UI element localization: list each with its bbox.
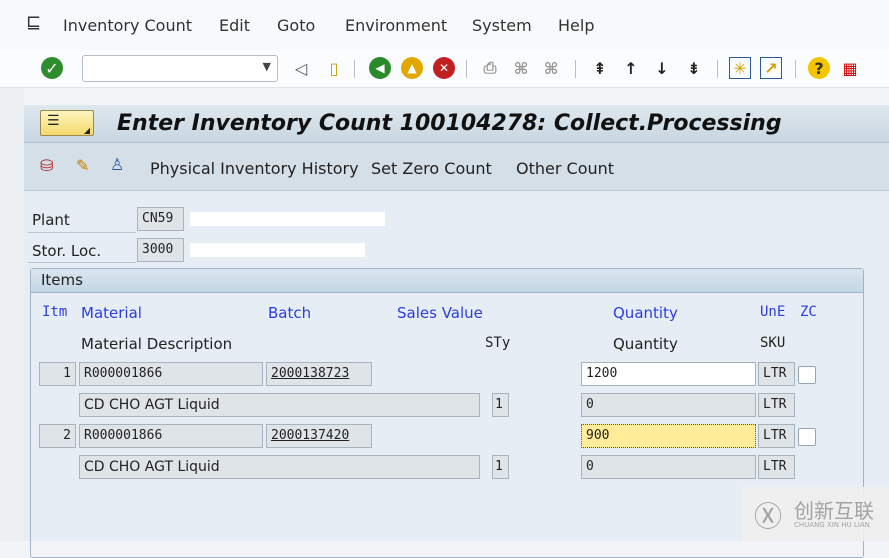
item-number: 1 — [39, 362, 76, 386]
batch-link[interactable]: 2000138723 — [266, 362, 372, 386]
sku-unit-field: LTR — [758, 393, 795, 417]
menu-list-icon: ☰ — [47, 113, 60, 129]
material-field: R000001866 — [79, 424, 263, 448]
col-sty: STy — [485, 335, 511, 351]
menu-help[interactable]: Help — [558, 16, 594, 35]
material-field: R000001866 — [79, 362, 263, 386]
material-description-field: CD CHO AGT Liquid — [79, 393, 480, 417]
plant-label: Plant — [32, 211, 70, 229]
physical-inventory-history-button[interactable]: Physical Inventory History — [150, 159, 359, 178]
col-material[interactable]: Material — [81, 304, 142, 322]
quantity-input[interactable]: 1200 — [581, 362, 756, 386]
exit-icon[interactable]: ▲ — [401, 57, 423, 79]
stock-type-field: 1 — [492, 393, 509, 417]
col-itm[interactable]: Itm — [42, 304, 67, 320]
new-session-icon[interactable]: ✳ — [729, 57, 751, 79]
page-title: Enter Inventory Count 100104278: Collect… — [117, 111, 782, 136]
left-margin — [0, 88, 24, 541]
quantity-input[interactable]: 900 — [581, 424, 756, 448]
col-sales-value[interactable]: Sales Value — [397, 304, 483, 322]
unit-entry-field: LTR — [758, 362, 795, 386]
standard-toolbar: ✓ ▼ ◁ ▯ ◀ ▲ ✕ ⎙ ⌘ ⌘ ⇞ ↑ ↓ ⇟ ✳ ↗ ? ▦ — [0, 50, 889, 88]
plant-description-redacted — [190, 212, 385, 226]
col-quantity[interactable]: Quantity — [613, 304, 678, 322]
command-field[interactable]: ▼ — [82, 55, 278, 82]
enter-check-icon[interactable]: ✓ — [41, 57, 63, 79]
customize-layout-icon[interactable]: ▦ — [839, 57, 861, 79]
col-material-description: Material Description — [81, 335, 233, 353]
zero-count-checkbox[interactable] — [798, 428, 816, 446]
menu-edit[interactable]: Edit — [219, 16, 250, 35]
unit-entry-field: LTR — [758, 424, 795, 448]
next-page-icon[interactable]: ↓ — [651, 57, 673, 79]
back-icon[interactable]: ◀ — [369, 57, 391, 79]
pencil-icon[interactable]: ✎ — [76, 156, 89, 175]
stamp-icon[interactable]: ⛁ — [40, 156, 53, 175]
print-icon[interactable]: ⎙ — [479, 57, 501, 79]
previous-page-icon[interactable]: ↑ — [620, 57, 642, 79]
find-icon[interactable]: ⌘ — [510, 57, 532, 79]
material-description-field: CD CHO AGT Liquid — [79, 455, 480, 479]
back-arrow-icon[interactable]: ◁ — [290, 57, 312, 79]
storage-location-description-redacted — [190, 243, 365, 257]
stock-type-field: 1 — [492, 455, 509, 479]
item-number: 2 — [39, 424, 76, 448]
watermark-icon: Ⓧ — [754, 500, 783, 533]
col-sku: SKU — [760, 335, 786, 351]
person-icon[interactable]: ♙ — [110, 155, 124, 174]
other-count-button[interactable]: Other Count — [516, 159, 614, 178]
watermark-subtext: CHUANG XIN HU LIAN — [794, 521, 870, 529]
menu-bar: ⊑ Inventory Count Edit Goto Environment … — [0, 0, 889, 50]
shortcut-icon[interactable]: ↗ — [760, 57, 782, 79]
storage-location-label: Stor. Loc. — [32, 242, 102, 260]
items-group-title: Items — [31, 269, 863, 293]
col-quantity-sku: Quantity — [613, 335, 678, 353]
set-zero-count-button[interactable]: Set Zero Count — [371, 159, 492, 178]
last-page-icon[interactable]: ⇟ — [683, 57, 705, 79]
title-bar: ☰ ◢ Enter Inventory Count 100104278: Coll… — [24, 105, 889, 143]
cancel-icon[interactable]: ✕ — [433, 57, 455, 79]
sku-quantity-field: 0 — [581, 455, 756, 479]
zero-count-checkbox[interactable] — [798, 366, 816, 384]
first-page-icon[interactable]: ⇞ — [589, 57, 611, 79]
find-next-icon[interactable]: ⌘ — [540, 57, 562, 79]
save-icon[interactable]: ▯ — [323, 57, 345, 79]
col-zc[interactable]: ZC — [800, 304, 817, 320]
batch-link[interactable]: 2000137420 — [266, 424, 372, 448]
watermark-text: 创新互联 — [794, 499, 874, 523]
menu-icon[interactable]: ⊑ — [26, 12, 41, 33]
menu-goto[interactable]: Goto — [277, 16, 315, 35]
col-une[interactable]: UnE — [760, 304, 785, 320]
menu-inventory-count[interactable]: Inventory Count — [63, 16, 192, 35]
storage-location-field: 3000 — [137, 238, 184, 262]
watermark-logo: Ⓧ 创新互联 CHUANG XIN HU LIAN — [742, 487, 889, 541]
plant-field: CN59 — [137, 207, 184, 231]
sku-unit-field: LTR — [758, 455, 795, 479]
sku-quantity-field: 0 — [581, 393, 756, 417]
screen-menu-button[interactable]: ☰ ◢ — [40, 110, 94, 136]
application-toolbar: ⛁ ✎ ♙ Physical Inventory History Set Zer… — [24, 143, 889, 191]
col-batch[interactable]: Batch — [268, 304, 311, 322]
menu-environment[interactable]: Environment — [345, 16, 447, 35]
help-icon[interactable]: ? — [808, 57, 830, 79]
menu-system[interactable]: System — [472, 16, 532, 35]
chevron-down-icon: ◢ — [83, 126, 90, 135]
chevron-down-icon[interactable]: ▼ — [263, 60, 271, 73]
